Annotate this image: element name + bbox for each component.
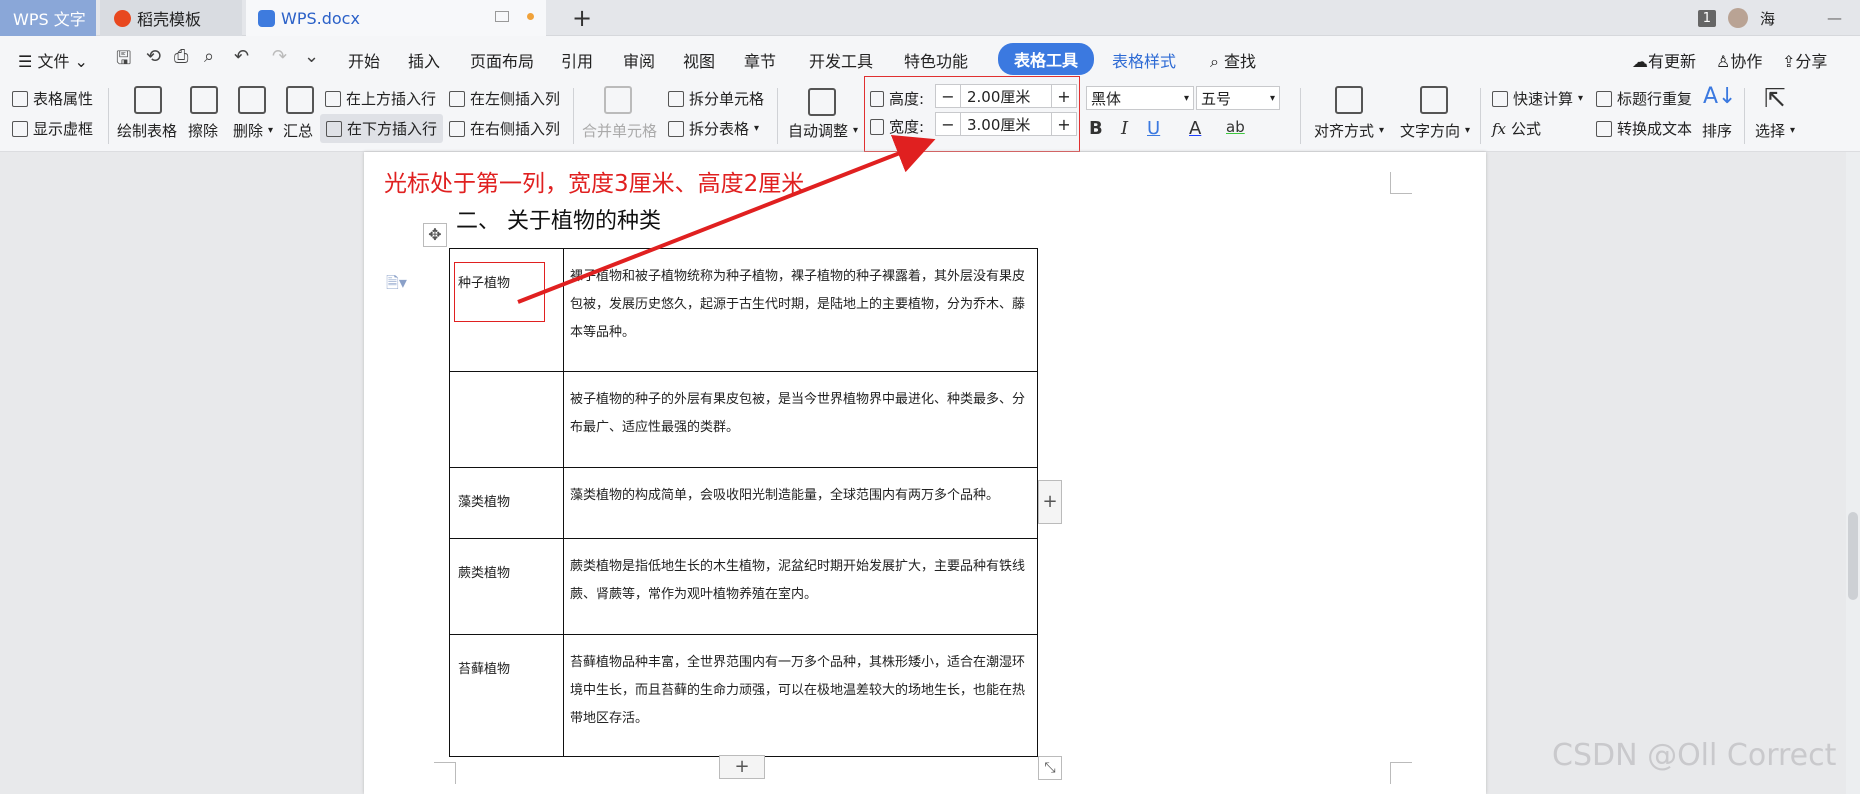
scrollbar-thumb[interactable] [1848,512,1858,600]
add-row-button[interactable]: + [719,755,765,779]
watermark: CSDN @Oll Correct [1552,738,1837,773]
table-resize-handle[interactable]: ⤡ [1038,756,1062,780]
vertical-scrollbar[interactable] [1846,152,1860,794]
add-column-button[interactable]: + [1038,480,1062,524]
annotation-arrow [517,135,936,304]
